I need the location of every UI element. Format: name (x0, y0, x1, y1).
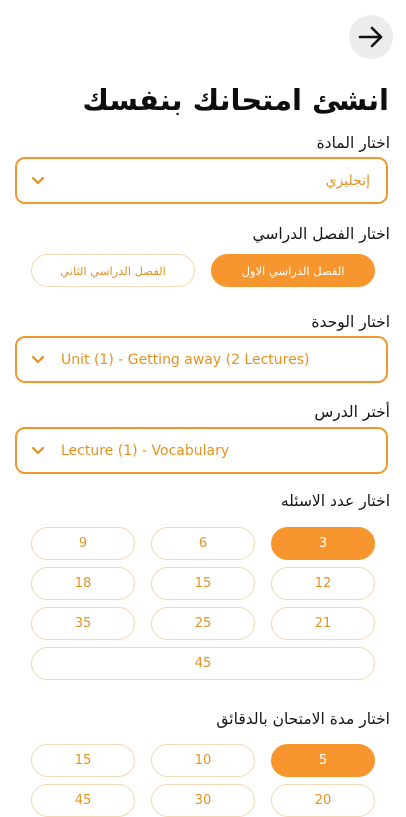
question-count-option[interactable]: 12 (271, 567, 375, 600)
duration-option[interactable]: 45 (31, 784, 135, 817)
back-button[interactable] (349, 15, 393, 59)
question-count-option[interactable]: 21 (271, 607, 375, 640)
question-count-option[interactable]: 15 (151, 567, 255, 600)
page-title: انشئ امتحانك بنفسك (82, 83, 389, 117)
question-count-label: اختار عدد الاسئله (280, 492, 390, 510)
duration-option[interactable]: 5 (271, 744, 375, 777)
semester-option-first[interactable]: الفصل الدراسي الاول (211, 254, 375, 287)
duration-option[interactable]: 10 (151, 744, 255, 777)
duration-label: اختار مدة الامتحان بالدقائق (216, 710, 390, 728)
subject-select[interactable]: إنجليزي (15, 157, 388, 204)
duration-option[interactable]: 20 (271, 784, 375, 817)
chevron-down-icon (31, 446, 45, 454)
question-count-option[interactable]: 3 (271, 527, 375, 560)
subject-value: إنجليزي (325, 172, 370, 189)
chevron-down-icon (31, 355, 45, 363)
unit-select[interactable]: Unit (1) - Getting away (2 Lectures) (15, 336, 388, 383)
question-count-option[interactable]: 25 (151, 607, 255, 640)
semester-label: اختار الفصل الدراسي (252, 225, 390, 243)
lesson-label: أختر الدرس (314, 403, 390, 421)
question-count-option[interactable]: 6 (151, 527, 255, 560)
duration-option[interactable]: 15 (31, 744, 135, 777)
question-count-option[interactable]: 9 (31, 527, 135, 560)
chevron-down-icon (31, 176, 45, 184)
question-count-option[interactable]: 18 (31, 567, 135, 600)
duration-option[interactable]: 30 (151, 784, 255, 817)
question-count-option[interactable]: 45 (31, 647, 375, 680)
lesson-value: Lecture (1) - Vocabulary (61, 442, 230, 459)
lesson-select[interactable]: Lecture (1) - Vocabulary (15, 427, 388, 474)
semester-option-second[interactable]: الفصل الدراسي الثاني (31, 254, 195, 287)
arrow-right-icon (358, 26, 383, 48)
question-count-option[interactable]: 35 (31, 607, 135, 640)
unit-label: اختار الوحدة (311, 313, 390, 331)
subject-label: اختار المادة (316, 134, 390, 152)
unit-value: Unit (1) - Getting away (2 Lectures) (61, 351, 310, 368)
